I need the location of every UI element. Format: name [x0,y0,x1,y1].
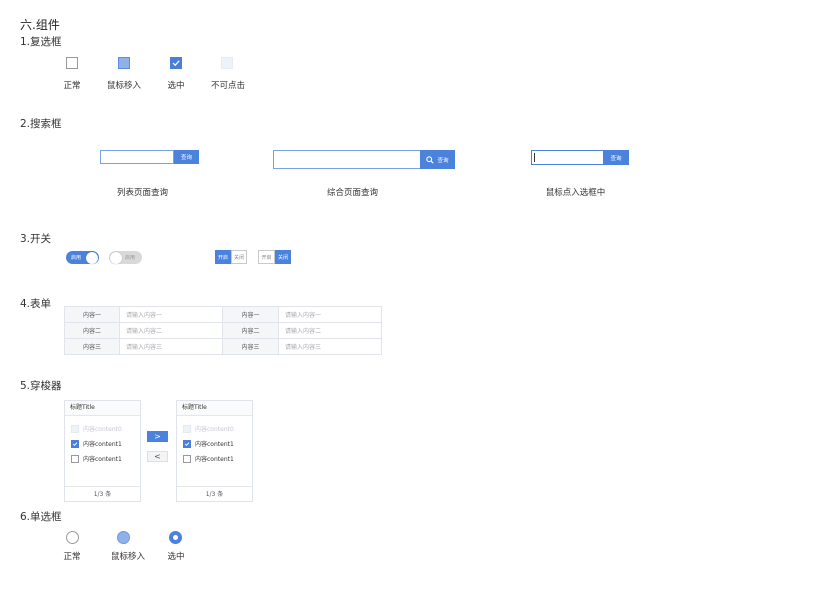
form-key: 内容二 [222,322,279,339]
transfer-item-disabled: 内容content0 [183,424,234,433]
checkbox-label-hover: 鼠标移入 [106,81,141,91]
checkbox-label-checked: 选中 [167,81,185,91]
switch-on[interactable]: 启用 [66,251,99,264]
search-button-focused[interactable]: 查询 [603,150,629,165]
item-checkbox-checked[interactable] [183,439,191,448]
form-key: 内容三 [222,338,279,355]
item-checkbox[interactable] [71,454,79,463]
radio-checked[interactable] [169,531,182,544]
switch-off-label: 启用 [125,255,136,261]
form-key: 内容一 [64,306,120,323]
search-icon [426,155,435,164]
transfer-right-button[interactable]: > [147,431,168,442]
search-button-label: 查询 [437,157,449,164]
radio-label-hover: 鼠标移入 [110,552,145,562]
search-button-label: 查询 [180,155,192,161]
check-icon [172,60,180,67]
checkbox-checked[interactable] [170,57,182,69]
switch-off[interactable]: 启用 [109,251,142,264]
search-input-list[interactable] [100,150,174,164]
transfer-panel-footer: 1/3 条 [177,486,252,502]
transfer-left-button[interactable]: < [147,451,168,462]
form-key: 内容一 [222,306,279,323]
transfer-item-checked[interactable]: 内容content1 [71,439,122,448]
search-button-list[interactable]: 查询 [174,150,199,164]
item-checkbox-disabled [71,424,79,433]
checkbox-normal[interactable] [66,57,78,69]
checkbox-label-disabled: 不可点击 [210,81,245,91]
item-label: 内容content1 [195,456,234,463]
form-input[interactable]: 请输入内容一 [278,306,382,323]
section-title-radio: 6.单选框 [20,511,62,523]
item-label: 内容content1 [195,441,234,448]
segment-close-active[interactable]: 关闭 [275,250,291,264]
transfer-item[interactable]: 内容content1 [71,454,122,463]
transfer-panel-footer: 1/3 条 [65,486,140,502]
transfer-item-disabled: 内容content0 [71,424,122,433]
form-input[interactable]: 请输入内容三 [278,338,382,355]
form-row: 内容三 请输入内容三 内容三 请输入内容三 [64,338,382,355]
switch-knob [86,251,98,264]
segment-open-inactive[interactable]: 开启 [258,250,275,264]
search-input-combined[interactable] [273,150,421,169]
search-input-focused[interactable] [531,150,604,165]
item-label: 内容content0 [83,426,122,433]
checkbox-disabled [221,57,233,69]
transfer-panel-right: 标题Title 内容content0 内容content1 内容content1… [176,400,253,502]
check-icon [184,441,190,446]
switch-knob [109,251,122,264]
radio-normal[interactable] [66,531,79,544]
form-input[interactable]: 请输入内容二 [278,322,382,339]
section-title-checkbox: 1.复选框 [20,36,62,48]
section-title-form: 4.表单 [20,298,52,310]
checkbox-hover[interactable] [118,57,130,69]
item-checkbox-disabled [183,424,191,433]
form-key: 内容二 [64,322,120,339]
form-input[interactable]: 请输入内容二 [119,322,223,339]
segment-open-active[interactable]: 开启 [215,250,231,264]
radio-hover[interactable] [117,531,130,544]
form-key: 内容三 [64,338,120,355]
search-button-label: 查询 [610,155,622,162]
radio-dot [173,535,178,540]
item-label: 内容content0 [195,426,234,433]
section-title-search: 2.搜索框 [20,118,62,130]
text-caret [534,153,535,162]
item-checkbox[interactable] [183,454,191,463]
switch-on-label: 启用 [71,255,82,261]
transfer-item[interactable]: 内容content1 [183,454,234,463]
search-caption-focused: 鼠标点入选框中 [545,188,606,198]
transfer-panel-title: 标题Title [177,401,252,416]
transfer-panel-left: 标题Title 内容content0 内容content1 内容content1… [64,400,141,502]
item-checkbox-checked[interactable] [71,439,79,448]
checkbox-label-normal: 正常 [63,81,81,91]
item-label: 内容content1 [83,441,122,448]
radio-label-normal: 正常 [63,552,81,562]
page-title: 六.组件 [20,18,60,32]
transfer-panel-title: 标题Title [65,401,140,416]
form-table: 内容一 请输入内容一 内容一 请输入内容一 内容二 请输入内容二 内容二 请输入… [64,306,382,355]
transfer-item-checked[interactable]: 内容content1 [183,439,234,448]
item-label: 内容content1 [83,456,122,463]
form-row: 内容一 请输入内容一 内容一 请输入内容一 [64,306,382,323]
search-caption-list: 列表页面查询 [116,188,168,198]
search-caption-combined: 综合页面查询 [326,188,378,198]
check-icon [72,441,78,446]
section-title-switch: 3.开关 [20,233,52,245]
search-button-combined[interactable]: 查询 [420,150,455,169]
radio-label-checked: 选中 [167,552,185,562]
section-title-transfer: 5.穿梭器 [20,380,62,392]
form-row: 内容二 请输入内容二 内容二 请输入内容二 [64,322,382,339]
form-input[interactable]: 请输入内容三 [119,338,223,355]
segment-close-inactive[interactable]: 关闭 [231,250,247,264]
form-input[interactable]: 请输入内容一 [119,306,223,323]
